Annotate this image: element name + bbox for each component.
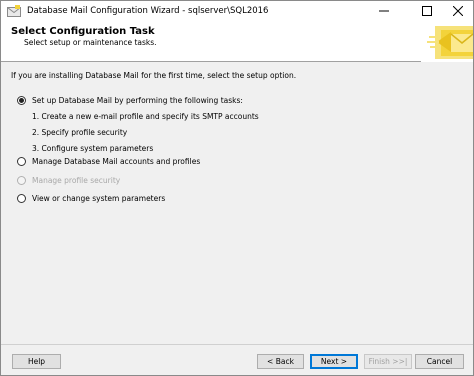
radio-view-parameters[interactable] bbox=[17, 194, 26, 203]
database-mail-app-icon bbox=[7, 5, 21, 18]
cancel-button[interactable]: Cancel bbox=[415, 354, 464, 369]
page-title: Select Configuration Task bbox=[11, 26, 155, 37]
wizard-header: Select Configuration Task Select setup o… bbox=[1, 22, 474, 62]
radio-manage-profile-security bbox=[17, 176, 26, 185]
option-view-system-parameters[interactable]: View or change system parameters bbox=[17, 194, 165, 203]
wizard-window: Database Mail Configuration Wizard - sql… bbox=[0, 0, 474, 376]
option-manage-accounts-label: Manage Database Mail accounts and profil… bbox=[32, 157, 201, 166]
finish-button: Finish >>| bbox=[364, 354, 412, 369]
setup-step-2: 2. Specify profile security bbox=[32, 128, 128, 137]
minimize-button[interactable] bbox=[369, 1, 399, 22]
option-setup-database-mail[interactable]: Set up Database Mail by performing the f… bbox=[17, 96, 243, 105]
maximize-button[interactable] bbox=[412, 1, 442, 22]
close-button[interactable] bbox=[443, 1, 473, 22]
option-manage-accounts-profiles[interactable]: Manage Database Mail accounts and profil… bbox=[17, 157, 200, 166]
footer-divider bbox=[1, 344, 473, 345]
option-profile-security-label: Manage profile security bbox=[32, 176, 121, 185]
option-setup-label: Set up Database Mail by performing the f… bbox=[32, 96, 243, 105]
next-button[interactable]: Next > bbox=[310, 354, 358, 369]
database-mail-banner-icon bbox=[421, 22, 474, 62]
setup-step-1: 1. Create a new e-mail profile and speci… bbox=[32, 112, 259, 121]
option-view-parameters-label: View or change system parameters bbox=[32, 194, 166, 203]
radio-manage-accounts[interactable] bbox=[17, 157, 26, 166]
option-manage-profile-security: Manage profile security bbox=[17, 176, 120, 185]
help-button[interactable]: Help bbox=[12, 354, 61, 369]
radio-setup[interactable] bbox=[17, 96, 26, 105]
back-button[interactable]: < Back bbox=[257, 354, 304, 369]
setup-step-3: 3. Configure system parameters bbox=[32, 144, 154, 153]
intro-text: If you are installing Database Mail for … bbox=[11, 71, 297, 80]
window-title: Database Mail Configuration Wizard - sql… bbox=[27, 6, 269, 16]
page-subtitle: Select setup or maintenance tasks. bbox=[24, 38, 157, 47]
close-icon bbox=[452, 5, 464, 18]
maximize-icon bbox=[422, 5, 432, 18]
title-bar: Database Mail Configuration Wizard - sql… bbox=[1, 1, 473, 22]
minimize-icon bbox=[379, 6, 389, 18]
